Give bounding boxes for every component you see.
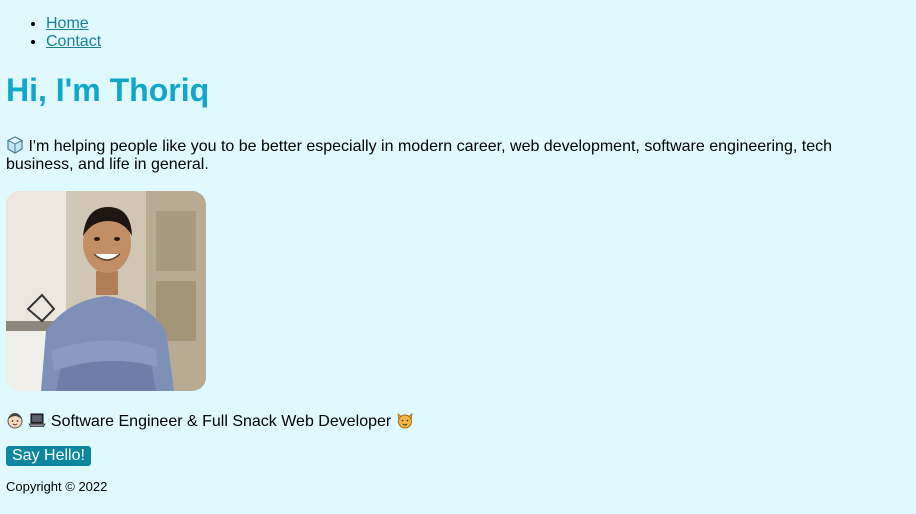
cat-face-icon <box>397 413 413 429</box>
role-text: Software Engineer & Full Snack Web Devel… <box>50 413 392 430</box>
nav-link-home[interactable]: Home <box>46 15 89 32</box>
ice-cube-icon <box>6 136 24 154</box>
person-photo-image <box>6 191 206 391</box>
copyright-text: Copyright © 2022 <box>6 479 108 494</box>
say-hello-button[interactable]: Say Hello! <box>6 446 91 466</box>
intro-paragraph: I'm helping people like you to be better… <box>6 136 886 174</box>
role-line: Software Engineer & Full Snack Web Devel… <box>6 411 910 433</box>
nav-link-contact[interactable]: Contact <box>46 33 101 50</box>
page-title: Hi, I'm Thoriq <box>6 72 210 108</box>
boy-face-icon <box>7 413 23 429</box>
intro-text: I'm helping people like you to be better… <box>6 138 832 173</box>
nav-item-home: Home <box>46 15 910 33</box>
profile-photo <box>6 191 206 391</box>
main-nav: Home Contact <box>6 0 910 51</box>
nav-item-contact: Contact <box>46 33 910 51</box>
laptop-icon <box>28 413 47 427</box>
